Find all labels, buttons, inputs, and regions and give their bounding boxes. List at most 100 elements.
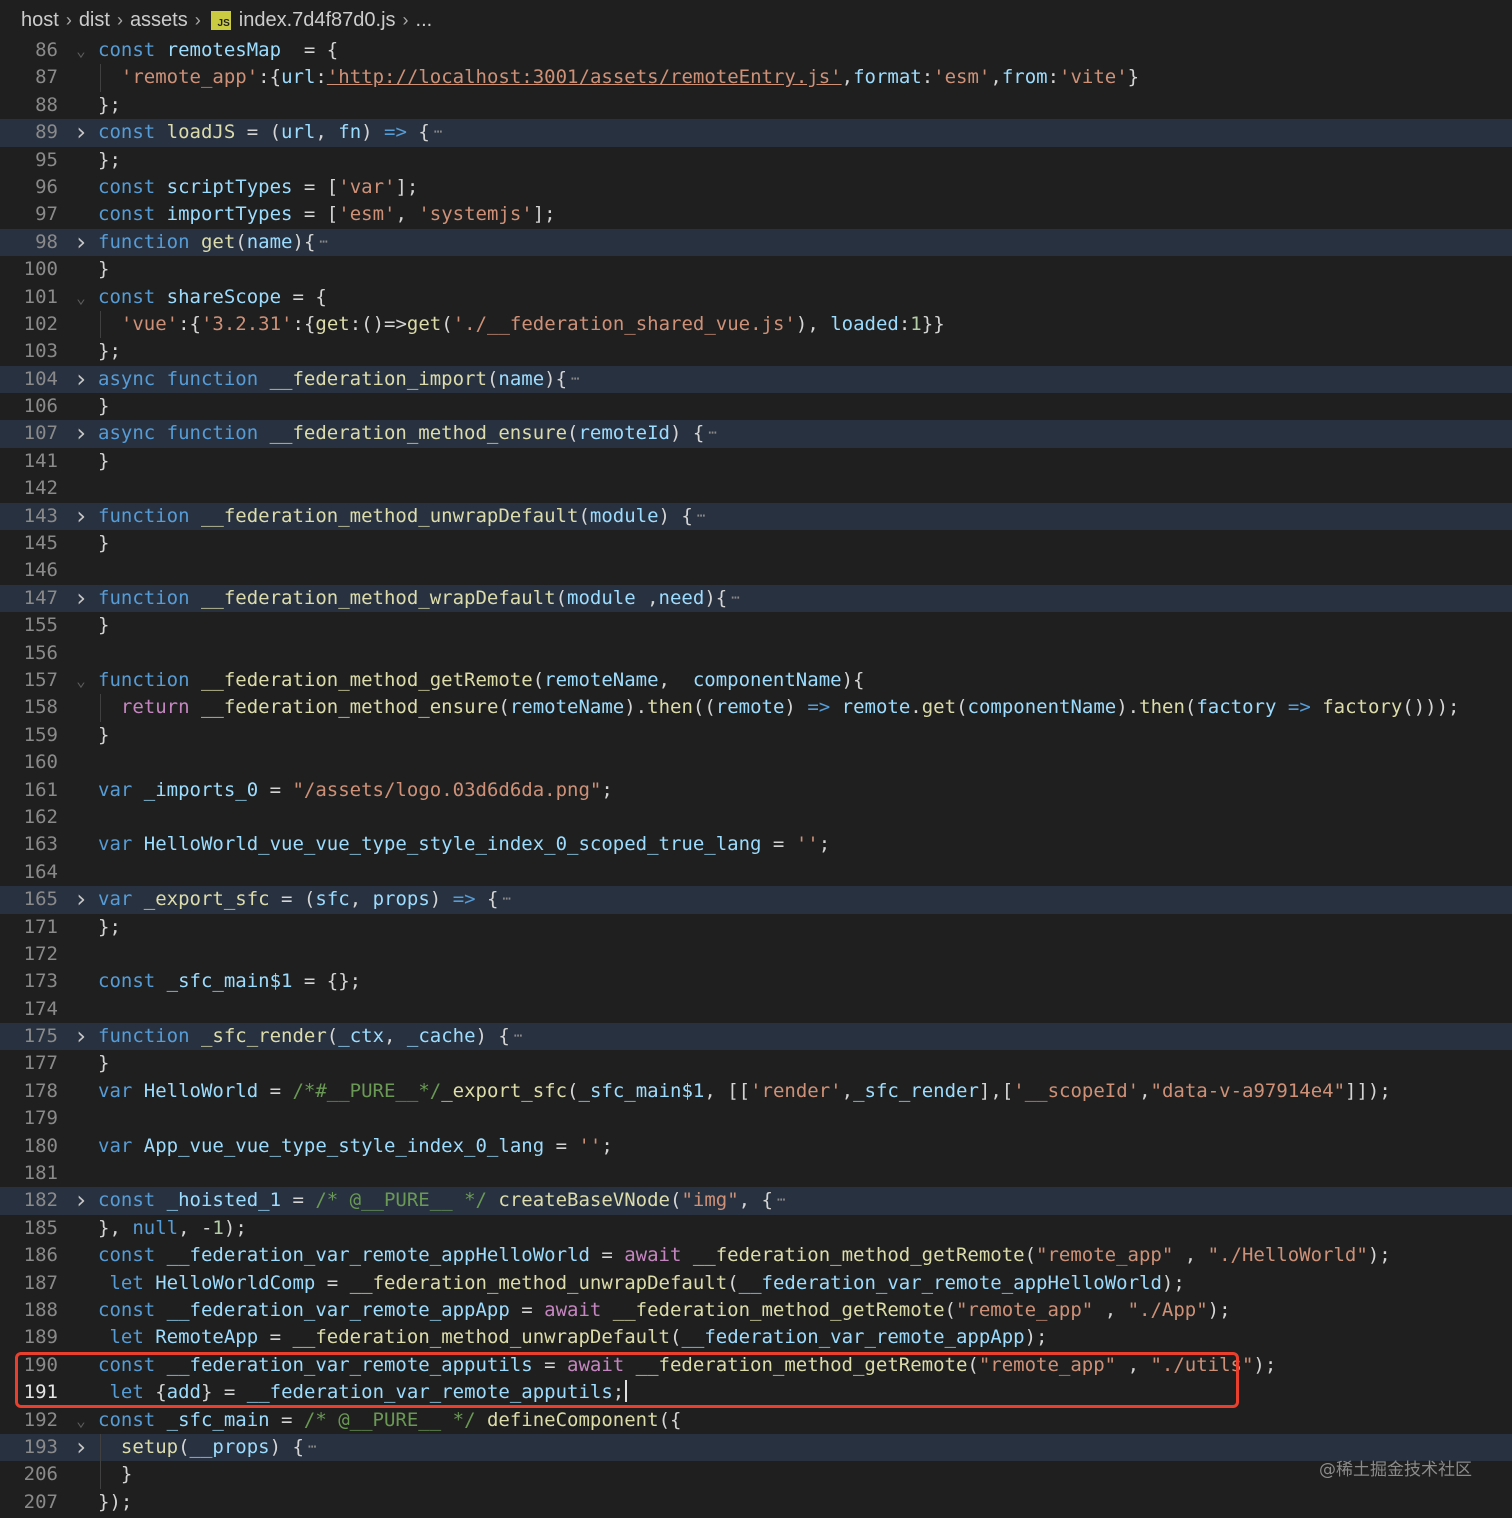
code-text[interactable]: let HelloWorldComp = __federation_method… [98, 1270, 1184, 1297]
code-line[interactable]: 174 [0, 996, 1512, 1023]
code-text[interactable]: async function __federation_import(name)… [98, 366, 579, 393]
code-line[interactable]: 160 [0, 749, 1512, 776]
code-line[interactable]: 179 [0, 1105, 1512, 1132]
chevron-right-icon[interactable]: › [72, 365, 90, 393]
code-text[interactable]: var App_vue_vue_type_style_index_0_lang … [98, 1133, 613, 1160]
code-editor[interactable]: 86 ⌄ const remotesMap = {87 'remote_app':{… [0, 37, 1512, 1516]
breadcrumb-more[interactable]: ... [416, 9, 433, 32]
code-line[interactable]: 178 var HelloWorld = /*#__PURE__*/_export… [0, 1078, 1512, 1105]
code-text[interactable]: const _sfc_main$1 = {}; [98, 968, 361, 995]
code-text[interactable]: const importTypes = ['esm', 'systemjs']; [98, 201, 556, 228]
code-line[interactable]: 98 › function get(name){⋯ [0, 228, 1512, 257]
chevron-right-icon[interactable]: › [72, 885, 90, 913]
code-text[interactable]: function get(name){⋯ [98, 229, 328, 256]
code-text[interactable]: }; [98, 147, 121, 174]
code-line[interactable]: 189 let RemoteApp = __federation_method_… [0, 1324, 1512, 1351]
code-text[interactable]: function _sfc_render(_ctx, _cache) {⋯ [98, 1023, 522, 1050]
code-line[interactable]: 173 const _sfc_main$1 = {}; [0, 968, 1512, 995]
chevron-right-icon[interactable]: › [72, 1433, 90, 1461]
code-line[interactable]: 175 › function _sfc_render(_ctx, _cache) {… [0, 1022, 1512, 1051]
code-line[interactable]: 159} [0, 722, 1512, 749]
code-text[interactable]: }; [98, 338, 121, 365]
code-text[interactable]: } [98, 1050, 109, 1077]
ellipsis-icon[interactable]: ⋯ [308, 1439, 316, 1455]
ellipsis-icon[interactable]: ⋯ [502, 891, 510, 907]
code-text[interactable]: var HelloWorld = /*#__PURE__*/_export_sf… [98, 1078, 1391, 1105]
code-text[interactable]: function __federation_method_wrapDefault… [98, 585, 740, 612]
code-line[interactable]: 206 } [0, 1461, 1512, 1489]
code-text[interactable]: function __federation_method_unwrapDefau… [98, 503, 705, 530]
chevron-right-icon[interactable]: › [72, 1022, 90, 1050]
code-text[interactable]: const __federation_var_remote_appHelloWo… [98, 1242, 1391, 1269]
chevron-down-icon[interactable]: ⌄ [72, 37, 90, 64]
code-text[interactable]: } [98, 722, 109, 749]
code-line[interactable]: 87 'remote_app':{url:'http://localhost:3… [0, 64, 1512, 92]
code-line[interactable]: 97 const importTypes = ['esm', 'systemjs'… [0, 201, 1512, 228]
code-line[interactable]: 106} [0, 393, 1512, 420]
code-line[interactable]: 186 const __federation_var_remote_appHell… [0, 1242, 1512, 1269]
ellipsis-icon[interactable]: ⋯ [514, 1028, 522, 1044]
code-text[interactable]: }); [98, 1489, 132, 1516]
code-line[interactable]: 89 › const loadJS = (url, fn) => {⋯ [0, 118, 1512, 147]
code-line[interactable]: 95}; [0, 147, 1512, 174]
chevron-right-icon[interactable]: › [72, 420, 90, 448]
code-text[interactable]: const remotesMap = { [98, 37, 338, 64]
code-line[interactable]: 155} [0, 612, 1512, 639]
code-line[interactable]: 182 › const _hoisted_1 = /* @__PURE__ */ c… [0, 1187, 1512, 1215]
code-line[interactable]: 158 return __federation_method_ensure(re… [0, 694, 1512, 722]
code-line[interactable]: 177} [0, 1050, 1512, 1077]
breadcrumb-item-assets[interactable]: assets [130, 9, 188, 32]
breadcrumb-item-dist[interactable]: dist [79, 9, 110, 32]
code-text[interactable]: let {add} = __federation_var_remote_appu… [98, 1379, 628, 1406]
ellipsis-icon[interactable]: ⋯ [777, 1192, 785, 1208]
chevron-right-icon[interactable]: › [72, 118, 90, 146]
code-line[interactable]: 187 let HelloWorldComp = __federation_me… [0, 1270, 1512, 1297]
code-line[interactable]: 185}, null, -1); [0, 1215, 1512, 1242]
breadcrumb-item-file[interactable]: index.7d4f87d0.js [239, 9, 396, 32]
chevron-down-icon[interactable]: ⌄ [72, 284, 90, 311]
ellipsis-icon[interactable]: ⋯ [571, 371, 579, 387]
chevron-right-icon[interactable]: › [72, 228, 90, 256]
code-line[interactable]: 143 › function __federation_method_unwrapD… [0, 502, 1512, 531]
code-text[interactable]: const _hoisted_1 = /* @__PURE__ */ creat… [98, 1187, 785, 1214]
chevron-down-icon[interactable]: ⌄ [72, 667, 90, 694]
code-text[interactable]: function __federation_method_getRemote(r… [98, 667, 864, 694]
code-line[interactable]: 172 [0, 941, 1512, 968]
code-line[interactable]: 88}; [0, 92, 1512, 119]
code-line[interactable]: 207}); [0, 1489, 1512, 1516]
code-line[interactable]: 157 ⌄ function __federation_method_getRemo… [0, 667, 1512, 694]
code-line[interactable]: 146 [0, 557, 1512, 584]
code-line[interactable]: 171}; [0, 914, 1512, 941]
code-line[interactable]: 142 [0, 475, 1512, 502]
code-text[interactable]: const scriptTypes = ['var']; [98, 174, 418, 201]
code-text[interactable]: }; [98, 92, 121, 119]
chevron-down-icon[interactable]: ⌄ [72, 1407, 90, 1434]
code-text[interactable]: } [98, 393, 109, 420]
ellipsis-icon[interactable]: ⋯ [708, 425, 716, 441]
code-line[interactable]: 188 const __federation_var_remote_appApp … [0, 1297, 1512, 1324]
code-text[interactable]: setup(__props) {⋯ [98, 1434, 317, 1461]
code-line[interactable]: 100} [0, 256, 1512, 283]
code-line[interactable]: 103}; [0, 338, 1512, 365]
code-text[interactable]: let RemoteApp = __federation_method_unwr… [98, 1324, 1047, 1351]
code-line[interactable]: 96 const scriptTypes = ['var']; [0, 174, 1512, 201]
code-text[interactable]: 'vue':{'3.2.31':{get:()=>get('./__federa… [98, 311, 945, 338]
code-line[interactable]: 164 [0, 859, 1512, 886]
code-line[interactable]: 145} [0, 530, 1512, 557]
code-line[interactable]: 102 'vue':{'3.2.31':{get:()=>get('./__fe… [0, 310, 1512, 339]
code-text[interactable]: } [98, 530, 109, 557]
ellipsis-icon[interactable]: ⋯ [731, 590, 739, 606]
code-line[interactable]: 141} [0, 448, 1512, 475]
code-line[interactable]: 101 ⌄ const shareScope = { [0, 284, 1512, 311]
code-text[interactable]: const shareScope = { [98, 284, 327, 311]
code-line[interactable]: 180 var App_vue_vue_type_style_index_0_la… [0, 1133, 1512, 1160]
code-line[interactable]: 147 › function __federation_method_wrapDef… [0, 584, 1512, 613]
breadcrumb-item-host[interactable]: host [21, 9, 59, 32]
code-line[interactable]: 156 [0, 640, 1512, 667]
code-text[interactable]: } [98, 256, 109, 283]
code-text[interactable]: 'remote_app':{url:'http://localhost:3001… [98, 64, 1139, 91]
code-text[interactable]: const loadJS = (url, fn) => {⋯ [98, 119, 442, 146]
chevron-right-icon[interactable]: › [72, 584, 90, 612]
ellipsis-icon[interactable]: ⋯ [697, 508, 705, 524]
chevron-right-icon[interactable]: › [72, 1187, 90, 1215]
